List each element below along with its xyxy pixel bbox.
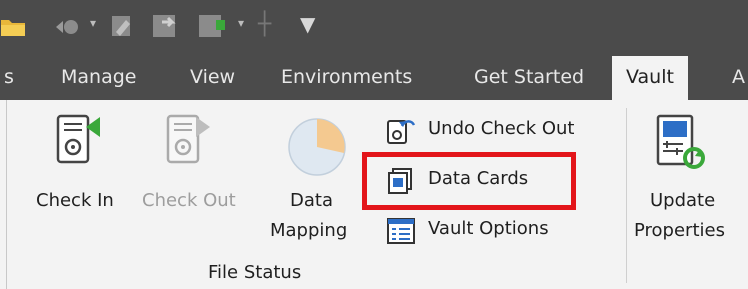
- tab-manage[interactable]: Manage: [61, 54, 136, 100]
- data-mapping-button[interactable]: Data Mapping: [268, 112, 368, 252]
- quick-access-toolbar: ▾ ▾ ┼ ▼: [0, 0, 748, 54]
- check-out-icon: [166, 114, 210, 164]
- export-icon[interactable]: [196, 12, 228, 40]
- panel-separator: [626, 108, 627, 283]
- tab-partial-left[interactable]: s: [4, 54, 14, 100]
- check-in-button[interactable]: Check In: [30, 112, 130, 222]
- update-properties-icon: [656, 114, 705, 169]
- vault-options-icon: [387, 218, 415, 244]
- panel-left-edge: [6, 100, 7, 289]
- tab-vault[interactable]: Vault: [612, 56, 688, 100]
- check-in-label: Check In: [36, 190, 114, 211]
- tab-partial-right[interactable]: A: [732, 54, 745, 100]
- back-arrow-icon[interactable]: [54, 18, 80, 36]
- cross-icon[interactable]: ┼: [258, 12, 271, 37]
- vault-options-button[interactable]: Vault Options: [382, 214, 582, 248]
- update-properties-label-line2: Properties: [634, 220, 725, 241]
- data-mapping-label-line1: Data: [290, 190, 333, 211]
- tool-icon[interactable]: [108, 12, 136, 40]
- vault-options-label: Vault Options: [428, 218, 549, 239]
- undo-check-out-label: Undo Check Out: [428, 118, 575, 139]
- tab-environments[interactable]: Environments: [281, 54, 412, 100]
- check-in-icon: [56, 114, 100, 164]
- folder-icon[interactable]: [0, 13, 26, 39]
- dropdown-arrow-icon[interactable]: ▾: [90, 16, 96, 30]
- ribbon-tabs: s Manage View Environments Get Started V…: [0, 54, 748, 100]
- update-properties-button[interactable]: Update Properties: [632, 112, 748, 252]
- check-out-label: Check Out: [142, 190, 236, 211]
- dropdown-arrow-icon[interactable]: ▾: [238, 16, 244, 30]
- undo-check-out-icon: [387, 120, 416, 144]
- import-icon[interactable]: [150, 12, 182, 40]
- tab-get-started[interactable]: Get Started: [474, 54, 584, 100]
- highlight-box: [362, 152, 576, 210]
- pie-chart-icon: [288, 118, 346, 176]
- undo-check-out-button[interactable]: Undo Check Out: [382, 114, 622, 148]
- update-properties-label-line1: Update: [650, 190, 716, 211]
- customize-qat-icon[interactable]: ▼: [300, 12, 315, 36]
- tab-view[interactable]: View: [190, 54, 235, 100]
- data-mapping-label-line2: Mapping: [270, 220, 348, 241]
- check-out-button[interactable]: Check Out: [128, 112, 258, 222]
- panel-title-file-status: File Status: [208, 262, 302, 283]
